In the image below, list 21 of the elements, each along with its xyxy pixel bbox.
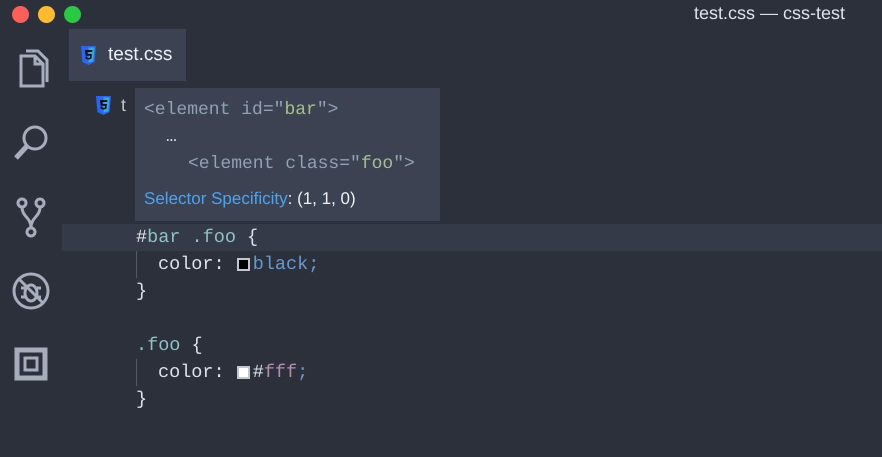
code-line: color: #fff;	[62, 359, 882, 386]
specificity-link[interactable]: Selector Specificity	[144, 189, 288, 209]
code-line: }	[135, 280, 148, 304]
minimize-button[interactable]	[38, 6, 55, 22]
code-line: .foo {	[135, 334, 204, 358]
breadcrumb-item[interactable]: t	[121, 94, 126, 116]
window-title: test.css — css-test	[694, 3, 845, 24]
hover-code-line: <element class="foo">	[187, 152, 416, 176]
color-swatch[interactable]	[236, 366, 250, 379]
code-line: }	[135, 388, 148, 412]
css-file-icon	[81, 46, 96, 64]
close-button[interactable]	[12, 6, 29, 22]
no-bug-icon[interactable]	[11, 270, 51, 312]
specificity-value: : (1, 1, 0)	[288, 189, 356, 209]
zoom-button[interactable]	[64, 6, 81, 22]
color-swatch[interactable]	[236, 258, 250, 271]
code-line: color: black;	[62, 251, 882, 278]
editor-tab[interactable]: test.css	[69, 29, 186, 81]
css-file-icon	[96, 96, 111, 114]
hover-code-line: <element id="bar">	[144, 98, 340, 122]
hover-code-line: …	[165, 126, 178, 148]
